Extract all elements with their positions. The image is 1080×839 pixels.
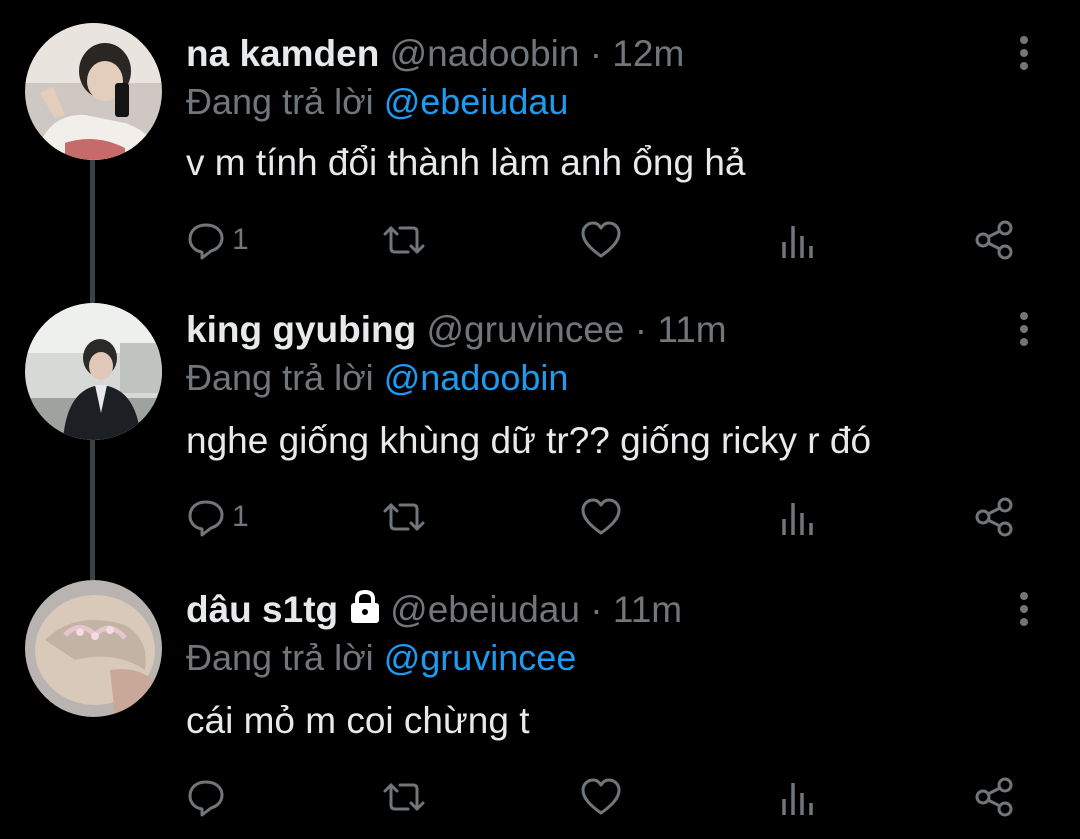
views-button[interactable] — [780, 215, 816, 265]
mention-link[interactable]: @ebeiudau — [384, 81, 569, 122]
avatar[interactable] — [25, 580, 162, 717]
more-vertical-icon[interactable] — [1006, 34, 1042, 74]
share-icon — [975, 497, 1013, 537]
reply-button[interactable]: 1 — [186, 492, 249, 542]
mention-link[interactable]: @nadoobin — [384, 357, 569, 398]
more-vertical-icon[interactable] — [1006, 310, 1042, 350]
replying-to: Đang trả lời @nadoobin — [186, 356, 568, 400]
avatar[interactable] — [25, 303, 162, 440]
replying-to: Đang trả lời @ebeiudau — [186, 80, 568, 124]
replying-to: Đang trả lời @gruvincee — [186, 636, 576, 680]
retweet-icon — [383, 503, 425, 531]
tweet-text: nghe giống khùng dữ tr?? giống ricky r đ… — [186, 420, 872, 461]
share-button[interactable] — [974, 215, 1016, 265]
like-button[interactable] — [580, 492, 622, 542]
username-handle[interactable]: @gruvincee — [426, 309, 624, 350]
separator-dot: · — [634, 309, 648, 350]
share-icon — [975, 220, 1013, 260]
username-handle[interactable]: @ebeiudau — [390, 589, 580, 630]
views-button[interactable] — [780, 772, 816, 822]
share-button[interactable] — [974, 772, 1016, 822]
mention-link[interactable]: @gruvincee — [384, 637, 577, 678]
timestamp[interactable]: 12m — [612, 33, 684, 74]
analytics-icon — [782, 783, 813, 815]
tweet-header: dâu s1tg @ebeiudau · 11m — [186, 588, 682, 632]
share-button[interactable] — [974, 492, 1016, 542]
views-button[interactable] — [780, 492, 816, 542]
analytics-icon — [782, 226, 813, 258]
reply-bubble-icon — [188, 780, 224, 817]
share-icon — [975, 777, 1013, 817]
reply-bubble-icon — [188, 500, 224, 537]
tweet-header: na kamden @nadoobin · 12m — [186, 32, 684, 76]
display-name[interactable]: na kamden — [186, 33, 379, 74]
tweet-text: v m tính đổi thành làm anh ổng hả — [186, 142, 746, 183]
separator-dot: · — [590, 589, 603, 630]
heart-icon — [581, 778, 621, 815]
replying-to-label: Đang trả lời — [186, 357, 374, 398]
avatar-photo — [25, 303, 162, 440]
analytics-icon — [782, 503, 813, 535]
thread-connector — [90, 440, 95, 580]
heart-icon — [581, 498, 621, 535]
reply-bubble-icon — [188, 223, 224, 260]
avatar[interactable] — [25, 23, 162, 160]
username-handle[interactable]: @nadoobin — [390, 33, 580, 74]
retweet-button[interactable] — [382, 215, 426, 265]
tweet-header: king gyubing @gruvincee · 11m — [186, 308, 727, 352]
more-vertical-icon[interactable] — [1006, 590, 1042, 630]
separator-dot: · — [589, 33, 603, 74]
lock-icon — [351, 589, 380, 623]
like-button[interactable] — [580, 215, 622, 265]
tweet-text: cái mỏ m coi chừng t — [186, 700, 530, 741]
timestamp[interactable]: 11m — [613, 589, 682, 630]
retweet-icon — [383, 783, 425, 811]
retweet-button[interactable] — [382, 492, 426, 542]
avatar-photo — [25, 23, 162, 160]
avatar-photo — [25, 580, 162, 717]
reply-count: 1 — [232, 223, 249, 256]
display-name[interactable]: king gyubing — [186, 309, 416, 350]
reply-count: 1 — [232, 500, 249, 533]
retweet-button[interactable] — [382, 772, 426, 822]
thread-connector — [90, 160, 95, 305]
replying-to-label: Đang trả lời — [186, 81, 374, 122]
retweet-icon — [383, 226, 425, 254]
timestamp[interactable]: 11m — [657, 309, 726, 350]
heart-icon — [581, 221, 621, 258]
reply-button[interactable] — [186, 772, 232, 822]
display-name[interactable]: dâu s1tg — [186, 589, 338, 630]
reply-button[interactable]: 1 — [186, 215, 249, 265]
replying-to-label: Đang trả lời — [186, 637, 374, 678]
like-button[interactable] — [580, 772, 622, 822]
